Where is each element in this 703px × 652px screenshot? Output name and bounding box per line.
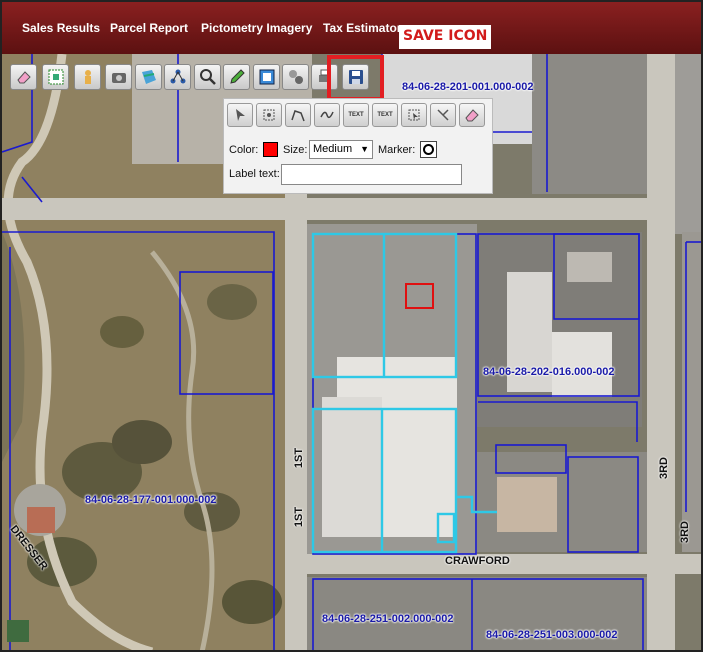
eraser-icon[interactable] [10,64,37,90]
label-text-input[interactable] [281,164,462,185]
nav-parcel-report[interactable]: Parcel Report [110,21,188,35]
buffer-icon[interactable] [282,64,309,90]
color-swatch[interactable] [263,142,278,157]
parcel-label[interactable]: 84-06-28-251-003.000-002 [486,629,618,641]
street-label-1st: 1ST [293,506,306,528]
parcel-label[interactable]: 84-06-28-201-001.000-002 [402,81,534,93]
draw-tools-panel: TEXT TEXT Color: Size: Medium ▼ Marker: L… [223,98,493,194]
network-icon[interactable] [164,64,191,90]
size-select-value: Medium [313,143,353,155]
edit-shape-icon[interactable] [401,103,427,127]
text-tool-label: TEXT [348,112,364,118]
parcel-label[interactable]: 84-06-28-177-001.000-002 [85,494,217,506]
select-grid-icon[interactable] [42,64,69,90]
label-text-tool-label: TEXT [377,112,393,118]
street-label-3rd-lower: 3RD [679,520,692,544]
text-icon[interactable]: TEXT [343,103,369,127]
street-label-3rd-upper: 3RD [658,456,671,480]
pointer-icon[interactable] [227,103,253,127]
app-frame: Sales Results Parcel Report Pictometry I… [0,0,703,652]
road-upper [2,198,701,220]
nav-sales-results[interactable]: Sales Results [22,21,100,35]
street-label-crawford: CRAWFORD [445,555,510,567]
freehand-icon[interactable] [314,103,340,127]
marker-label: Marker: [378,144,416,156]
parcel-label[interactable]: 84-06-28-251-002.000-002 [322,613,454,625]
pencil-icon[interactable] [223,64,250,90]
marker-circle-icon[interactable] [420,141,437,158]
move-icon[interactable] [430,103,456,127]
save-icon-annotation: SAVE ICON [399,25,492,49]
person-icon[interactable] [74,64,101,90]
street-label-1st-upper: 1ST [293,447,306,469]
camera-icon[interactable] [105,64,132,90]
top-nav: Sales Results Parcel Report Pictometry I… [2,2,701,54]
eraser-icon[interactable] [459,103,485,127]
label-text-label: Label text: [229,168,280,180]
layers-icon[interactable] [135,64,162,90]
size-label: Size: [283,144,308,156]
zoom-icon[interactable] [194,64,221,90]
color-label: Color: [229,144,259,156]
map-frame-icon[interactable] [253,64,280,90]
nav-pictometry-imagery[interactable]: Pictometry Imagery [201,21,312,35]
label-text-icon[interactable]: TEXT [372,103,398,127]
nav-tax-estimator[interactable]: Tax Estimator [323,21,401,35]
road-3rd [647,54,675,650]
size-select[interactable]: Medium ▼ [309,140,373,159]
parcel-label[interactable]: 84-06-28-202-016.000-002 [483,366,615,378]
chevron-down-icon: ▼ [360,144,369,154]
point-icon[interactable] [256,103,282,127]
polyline-icon[interactable] [285,103,311,127]
save-icon-highlight [327,55,384,101]
